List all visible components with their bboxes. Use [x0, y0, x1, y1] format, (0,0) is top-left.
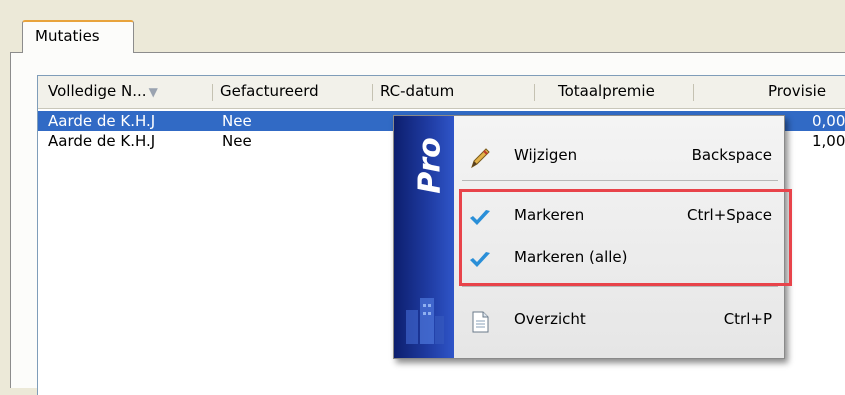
column-header-provisie[interactable]: Provisie: [768, 82, 826, 100]
sort-down-icon: ▼: [148, 85, 158, 99]
menu-item-wijzigen[interactable]: Wijzigen Backspace: [456, 138, 782, 178]
column-separator[interactable]: [372, 84, 373, 101]
column-header-gefactureerd[interactable]: Gefactureerd: [220, 82, 319, 100]
document-icon: [472, 311, 489, 333]
cell-name: Aarde de K.H.J: [48, 132, 156, 150]
menu-separator: [462, 180, 778, 181]
cell-invoiced: Nee: [222, 112, 252, 130]
cell-provisie: 1,00: [812, 132, 845, 150]
cell-invoiced: Nee: [222, 132, 252, 150]
cell-provisie: 0,00: [812, 112, 845, 130]
pro-logo: Pro: [412, 137, 448, 194]
cell-name: Aarde de K.H.J: [48, 112, 156, 130]
column-header-totaalpremie[interactable]: Totaalpremie: [558, 82, 655, 100]
column-separator[interactable]: [534, 84, 535, 101]
grid-header: Volledige N... ▼ Gefactureerd RC-datum To…: [38, 76, 845, 109]
column-header-volledige-naam[interactable]: Volledige N... ▼: [48, 82, 158, 100]
column-header-rc-datum[interactable]: RC-datum: [380, 82, 454, 100]
highlight-box: [459, 189, 792, 286]
menu-item-overzicht[interactable]: Overzicht Ctrl+P: [456, 302, 782, 342]
menu-brand-strip: Pro: [394, 116, 454, 358]
building-icon: [406, 298, 444, 344]
tab-label: Mutaties: [35, 27, 100, 45]
pencil-icon: [471, 148, 490, 169]
tab-mutaties[interactable]: Mutaties: [22, 20, 134, 53]
menu-separator: [462, 286, 778, 287]
column-separator[interactable]: [212, 84, 213, 101]
column-separator[interactable]: [693, 84, 694, 101]
